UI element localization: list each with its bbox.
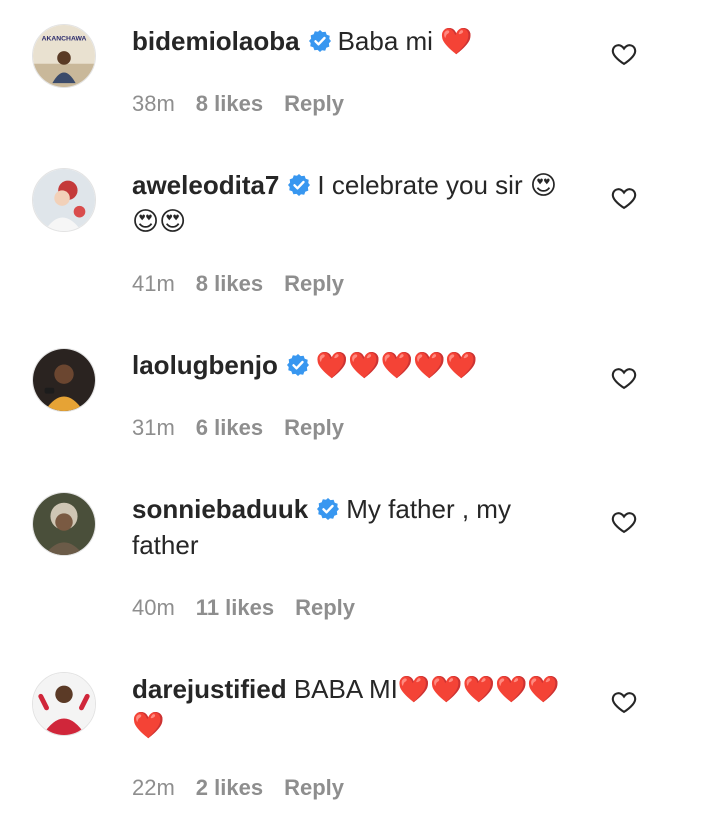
comment-username[interactable]: sonniebaduuk: [132, 494, 308, 524]
comment-username[interactable]: aweleodita7: [132, 170, 279, 200]
comment-meta: 31m 6 likes Reply: [132, 415, 365, 441]
verified-badge-icon: [287, 170, 311, 196]
avatar-logo-text: AKANCHAWA: [42, 36, 87, 43]
avatar-image: [33, 169, 95, 231]
comment-time: 22m: [132, 775, 175, 800]
comment-body: aweleodita7 I celebrate you sir 😍😍😍: [132, 167, 582, 239]
comment-body: bidemiolaoba Baba mi ❤️: [132, 23, 582, 59]
comment-time: 31m: [132, 415, 175, 440]
avatar[interactable]: [32, 672, 96, 736]
comment-time: 41m: [132, 271, 175, 296]
comment-meta: 40m 11 likes Reply: [132, 595, 376, 621]
verified-badge-icon: [286, 350, 310, 376]
comment-username[interactable]: darejustified: [132, 674, 287, 704]
avatar-image: AKANCHAWA: [33, 25, 95, 87]
comment-time: 38m: [132, 91, 175, 116]
comment-username[interactable]: laolugbenjo: [132, 350, 278, 380]
heart-outline-icon[interactable]: [610, 364, 638, 392]
avatar[interactable]: AKANCHAWA: [32, 24, 96, 88]
heart-outline-icon[interactable]: [610, 508, 638, 536]
avatar-image: [33, 493, 95, 555]
heart-outline-icon[interactable]: [610, 184, 638, 212]
avatar-image: [33, 673, 95, 735]
comment-username[interactable]: bidemiolaoba: [132, 26, 300, 56]
comment-likes[interactable]: 11 likes: [196, 595, 274, 620]
comment-likes[interactable]: 8 likes: [196, 91, 263, 116]
reply-button[interactable]: Reply: [284, 775, 344, 800]
heart-outline-icon[interactable]: [610, 688, 638, 716]
verified-badge-icon: [308, 26, 332, 52]
avatar[interactable]: [32, 492, 96, 556]
comment-meta: 38m 8 likes Reply: [132, 91, 365, 117]
reply-button[interactable]: Reply: [284, 415, 344, 440]
comment-body: darejustified BABA MI❤️❤️❤️❤️❤️❤️: [132, 671, 582, 743]
comment-likes[interactable]: 8 likes: [196, 271, 263, 296]
heart-outline-icon[interactable]: [610, 40, 638, 68]
comment-text: ❤️❤️❤️❤️❤️: [315, 350, 478, 380]
reply-button[interactable]: Reply: [284, 91, 344, 116]
avatar-image: [33, 349, 95, 411]
comment-text: Baba mi ❤️: [337, 26, 473, 56]
avatar[interactable]: [32, 168, 96, 232]
comment-meta: 41m 8 likes Reply: [132, 271, 365, 297]
comment-body: laolugbenjo ❤️❤️❤️❤️❤️: [132, 347, 582, 383]
avatar[interactable]: [32, 348, 96, 412]
reply-button[interactable]: Reply: [295, 595, 355, 620]
verified-badge-icon: [316, 494, 340, 520]
comment-body: sonniebaduuk My father , my father: [132, 491, 582, 563]
comment-likes[interactable]: 6 likes: [196, 415, 263, 440]
comment-meta: 22m 2 likes Reply: [132, 775, 365, 801]
comment-likes[interactable]: 2 likes: [196, 775, 263, 800]
comment-time: 40m: [132, 595, 175, 620]
reply-button[interactable]: Reply: [284, 271, 344, 296]
